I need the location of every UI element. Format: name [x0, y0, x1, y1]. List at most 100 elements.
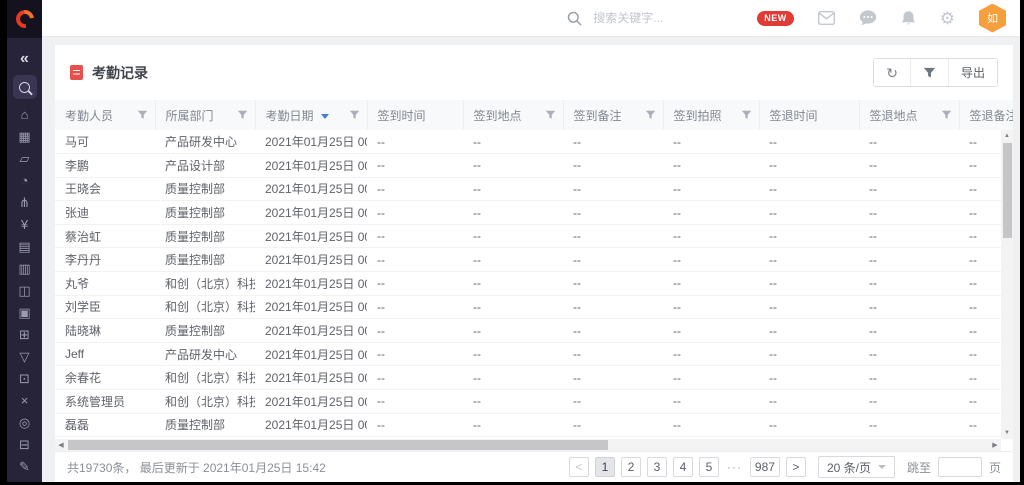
cell: 产品研发中心: [155, 130, 255, 154]
filter-funnel-icon[interactable]: [137, 110, 148, 120]
bell-icon[interactable]: [901, 10, 916, 26]
document-icon[interactable]: ▥: [7, 257, 42, 279]
cell: 2021年01月25日 00:00: [255, 224, 367, 248]
jump-to-page: 跳至 页: [907, 457, 1001, 477]
calendar-icon[interactable]: ⊞: [7, 323, 42, 345]
mail-icon[interactable]: [818, 11, 835, 25]
table-row[interactable]: 磊磊质量控制部2021年01月25日 00:00--------------: [55, 413, 1013, 437]
table-row[interactable]: 余春花和创（北京）科技股份...2021年01月25日 00:00-------…: [55, 366, 1013, 390]
horizontal-scrollbar[interactable]: ◀ ▶: [55, 439, 1001, 451]
refresh-button[interactable]: ↻: [874, 59, 910, 86]
search-input[interactable]: [591, 10, 740, 26]
cell: 2021年01月25日 00:00: [255, 201, 367, 225]
filter-funnel-icon[interactable]: [645, 110, 656, 120]
chat-icon[interactable]: [859, 10, 877, 26]
attendance-card: 考勤记录 ↻ 导出: [55, 45, 1013, 482]
home-icon[interactable]: ⌂: [7, 103, 42, 125]
filter-button[interactable]: [910, 59, 948, 86]
scroll-up-icon[interactable]: ▲: [1001, 130, 1013, 142]
filter-funnel-icon[interactable]: [545, 110, 556, 120]
report-icon[interactable]: ▤: [7, 235, 42, 257]
pagination-ellipsis[interactable]: ···: [725, 460, 744, 474]
attendance-clock-icon[interactable]: ◔: [7, 169, 42, 191]
table-row[interactable]: 陆晓琳质量控制部2021年01月25日 00:00--------------: [55, 319, 1013, 343]
column-header-5[interactable]: 签到地点: [463, 100, 563, 130]
filter-funnel-icon[interactable]: [741, 110, 752, 120]
approval-flow-icon[interactable]: ▱: [7, 147, 42, 169]
scroll-down-icon[interactable]: ▼: [1001, 427, 1013, 439]
scroll-left-icon[interactable]: ◀: [55, 439, 67, 451]
cell: --: [463, 154, 563, 178]
cell: 和创（北京）科技股份...: [155, 390, 255, 414]
scroll-right-icon[interactable]: ▶: [989, 439, 1001, 451]
pagination-page-2[interactable]: 2: [621, 457, 641, 477]
column-header-2[interactable]: 所属部门: [155, 100, 255, 130]
sort-desc-icon[interactable]: [321, 114, 329, 119]
column-header-4[interactable]: 签到时间: [367, 100, 463, 130]
column-header-10[interactable]: 签退备注: [959, 100, 1013, 130]
export-button[interactable]: 导出: [948, 59, 997, 86]
cell: --: [367, 130, 463, 154]
table-row[interactable]: 李丹丹质量控制部2021年01月25日 00:00--------------: [55, 248, 1013, 272]
filter-icon[interactable]: ▽: [7, 345, 42, 367]
table-row[interactable]: 丸爷和创（北京）科技股份...2021年01月25日 00:00--------…: [55, 272, 1013, 296]
schedule-icon[interactable]: ▦: [7, 125, 42, 147]
vertical-scroll-thumb[interactable]: [1003, 143, 1012, 238]
pagination-page-4[interactable]: 4: [673, 457, 693, 477]
pagination-next-button[interactable]: >: [786, 457, 806, 477]
pagination-page-5[interactable]: 5: [699, 457, 719, 477]
column-header-1[interactable]: 考勤人员: [55, 100, 155, 130]
app-logo-icon[interactable]: [12, 6, 37, 31]
cell: --: [859, 272, 959, 296]
cell: 马可: [55, 130, 155, 154]
idcard-icon[interactable]: ▣: [7, 301, 42, 323]
column-header-6[interactable]: 签到备注: [563, 100, 663, 130]
pagination-page-1[interactable]: 1: [595, 457, 615, 477]
cell: --: [663, 130, 759, 154]
page-size-select[interactable]: 20 条/页: [818, 456, 895, 478]
column-header-7[interactable]: 签到拍照: [663, 100, 759, 130]
layers-icon[interactable]: ⊟: [7, 433, 42, 455]
table-row[interactable]: 蔡治虹质量控制部2021年01月25日 00:00--------------: [55, 224, 1013, 248]
pagination-prev-button[interactable]: <: [569, 457, 589, 477]
user-avatar[interactable]: 如: [979, 4, 1006, 33]
jump-page-input[interactable]: [938, 457, 982, 477]
table-row[interactable]: 张迪质量控制部2021年01月25日 00:00--------------: [55, 201, 1013, 225]
cell: --: [563, 177, 663, 201]
cell: 丸爷: [55, 272, 155, 296]
column-header-8[interactable]: 签退时间: [759, 100, 859, 130]
table-row[interactable]: 王晓会质量控制部2021年01月25日 00:00--------------: [55, 177, 1013, 201]
table-row[interactable]: 刘学臣和创（北京）科技股份...2021年01月25日 00:00-------…: [55, 295, 1013, 319]
close-tools-icon[interactable]: ×: [7, 389, 42, 411]
settings-gear-icon[interactable]: ⚙: [940, 10, 955, 27]
column-label: 签到备注: [574, 109, 622, 123]
table-row[interactable]: 马可产品研发中心2021年01月25日 00:00--------------: [55, 130, 1013, 154]
cell: 陆晓琳: [55, 319, 155, 343]
column-header-3[interactable]: 考勤日期: [255, 100, 367, 130]
table-row[interactable]: 李鹏产品设计部2021年01月25日 00:00--------------: [55, 154, 1013, 178]
target-icon[interactable]: ◎: [7, 411, 42, 433]
organization-icon[interactable]: ◫: [7, 279, 42, 301]
horizontal-scroll-thumb[interactable]: [68, 440, 608, 450]
clipboard-icon[interactable]: ✎: [7, 455, 42, 477]
filter-funnel-icon[interactable]: [941, 110, 952, 120]
new-badge[interactable]: NEW: [757, 11, 794, 26]
vertical-scrollbar[interactable]: ▲ ▼: [1001, 130, 1013, 439]
column-header-9[interactable]: 签退地点: [859, 100, 959, 130]
filter-funnel-icon[interactable]: [349, 110, 360, 120]
finance-icon[interactable]: ¥: [7, 213, 42, 235]
pagination-page-987[interactable]: 987: [750, 457, 780, 477]
table-row[interactable]: 系统管理员和创（北京）科技股份...2021年01月25日 00:00-----…: [55, 390, 1013, 414]
search-icon[interactable]: [13, 75, 37, 99]
cell: --: [663, 272, 759, 296]
table-row[interactable]: Jeff产品研发中心2021年01月25日 00:00-------------…: [55, 342, 1013, 366]
cell: --: [759, 224, 859, 248]
share-icon[interactable]: ⋔: [7, 191, 42, 213]
pagination-page-3[interactable]: 3: [647, 457, 667, 477]
filter-funnel-icon[interactable]: [237, 110, 248, 120]
cell: --: [759, 319, 859, 343]
cell: --: [463, 295, 563, 319]
archive-icon[interactable]: ⊡: [7, 367, 42, 389]
collapse-sidebar-icon[interactable]: «: [7, 46, 42, 72]
search-icon[interactable]: [567, 11, 582, 26]
